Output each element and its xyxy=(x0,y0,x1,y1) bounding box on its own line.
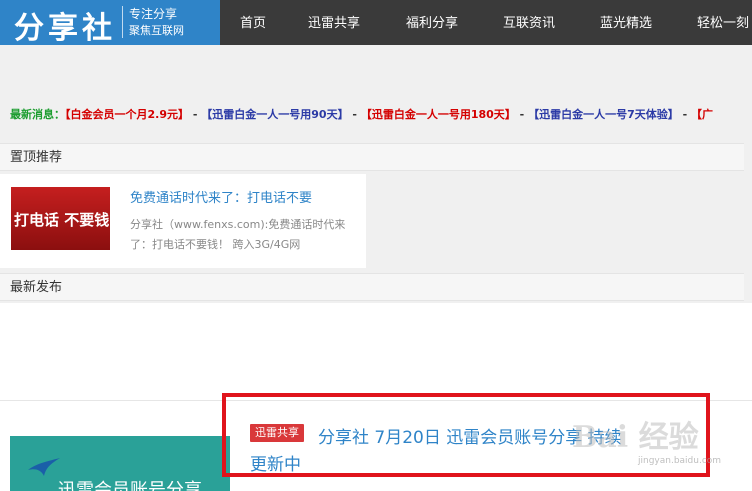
ticker-link-5[interactable]: 广 xyxy=(702,108,713,121)
ticker-separator: - xyxy=(519,108,525,121)
site-logo[interactable]: 分享社 专注分享 聚焦互联网 xyxy=(0,0,220,46)
ticker-label: 最新消息： xyxy=(10,108,65,121)
nav-item-welfare-share[interactable]: 福利分享 xyxy=(406,12,458,31)
ticker-link-3[interactable]: 迅雷白金一人一号用180天 xyxy=(372,108,505,121)
logo-title: 分享社 xyxy=(14,11,116,46)
nav-item-xunlei-share[interactable]: 迅雷共享 xyxy=(308,12,360,31)
ticker-bracket: 【 xyxy=(691,108,702,121)
post-divider xyxy=(0,400,752,401)
pinned-post-card[interactable]: 打电话 不要钱 免费通话时代来了：打电话不要 分享社（www.fenxs.com… xyxy=(0,174,366,268)
pinned-post-excerpt: 分享社（www.fenxs.com):免费通话时代来了：打电话不要钱！ 跨入3G… xyxy=(130,218,346,251)
news-ticker: 最新消息：【白金会员一个月2.9元】 - 【迅雷白金一人一号用90天】 - 【迅… xyxy=(0,100,752,130)
ticker-bracket: 【 xyxy=(360,108,372,121)
logo-slogan-1: 专注分享 xyxy=(129,7,178,21)
ticker-bracket: 】 xyxy=(667,108,679,121)
pinned-section-heading: 置顶推荐 xyxy=(0,143,744,171)
ticker-bracket: 【 xyxy=(201,108,213,121)
ticker-bracket: 】 xyxy=(178,108,189,121)
ticker-bracket: 】 xyxy=(337,108,349,121)
latest-section-heading: 最新发布 xyxy=(0,273,744,301)
ticker-separator: - xyxy=(192,108,198,121)
logo-slogan-2: 聚焦互联网 xyxy=(129,24,184,37)
ticker-link-2[interactable]: 迅雷白金一人一号用90天 xyxy=(212,108,337,121)
post-title-continued[interactable]: 更新中 xyxy=(250,450,301,475)
ticker-separator: - xyxy=(682,108,688,121)
nav-item-bluray-picks[interactable]: 蓝光精选 xyxy=(600,12,652,31)
nav-item-relax[interactable]: 轻松一刻 xyxy=(697,12,749,31)
thumbnail-caption: 打电话 不要钱 xyxy=(14,211,110,229)
ticker-link-4[interactable]: 迅雷白金一人一号7天体验 xyxy=(539,108,668,121)
ticker-separator: - xyxy=(352,108,357,121)
nav-item-internet-news[interactable]: 互联资讯 xyxy=(503,12,555,31)
baidu-watermark-url: jingyan.baidu.com xyxy=(638,456,722,466)
nav-item-home[interactable]: 首页 xyxy=(240,12,266,31)
pinned-post-title[interactable]: 免费通话时代来了：打电话不要 xyxy=(130,187,312,206)
ticker-link-1[interactable]: 白金会员一个月2.9元 xyxy=(71,108,179,121)
logo-divider xyxy=(122,6,123,38)
category-tag[interactable]: 迅雷共享 xyxy=(250,424,304,442)
top-navigation-bar: 分享社 专注分享 聚焦互联网 首页 迅雷共享 福利分享 互联资讯 蓝光精选 轻松… xyxy=(0,0,752,46)
ticker-bracket: 【 xyxy=(528,108,540,121)
pinned-post-thumbnail[interactable]: 打电话 不要钱 xyxy=(11,187,110,250)
bird-icon xyxy=(28,458,60,476)
post-thumbnail-caption: 迅雷会员账号分享 xyxy=(58,480,202,491)
post-thumbnail[interactable]: 迅雷会员账号分享 xyxy=(10,436,230,491)
baidu-watermark: Bai 经验 xyxy=(572,420,699,455)
ticker-bracket: 】 xyxy=(504,108,516,121)
